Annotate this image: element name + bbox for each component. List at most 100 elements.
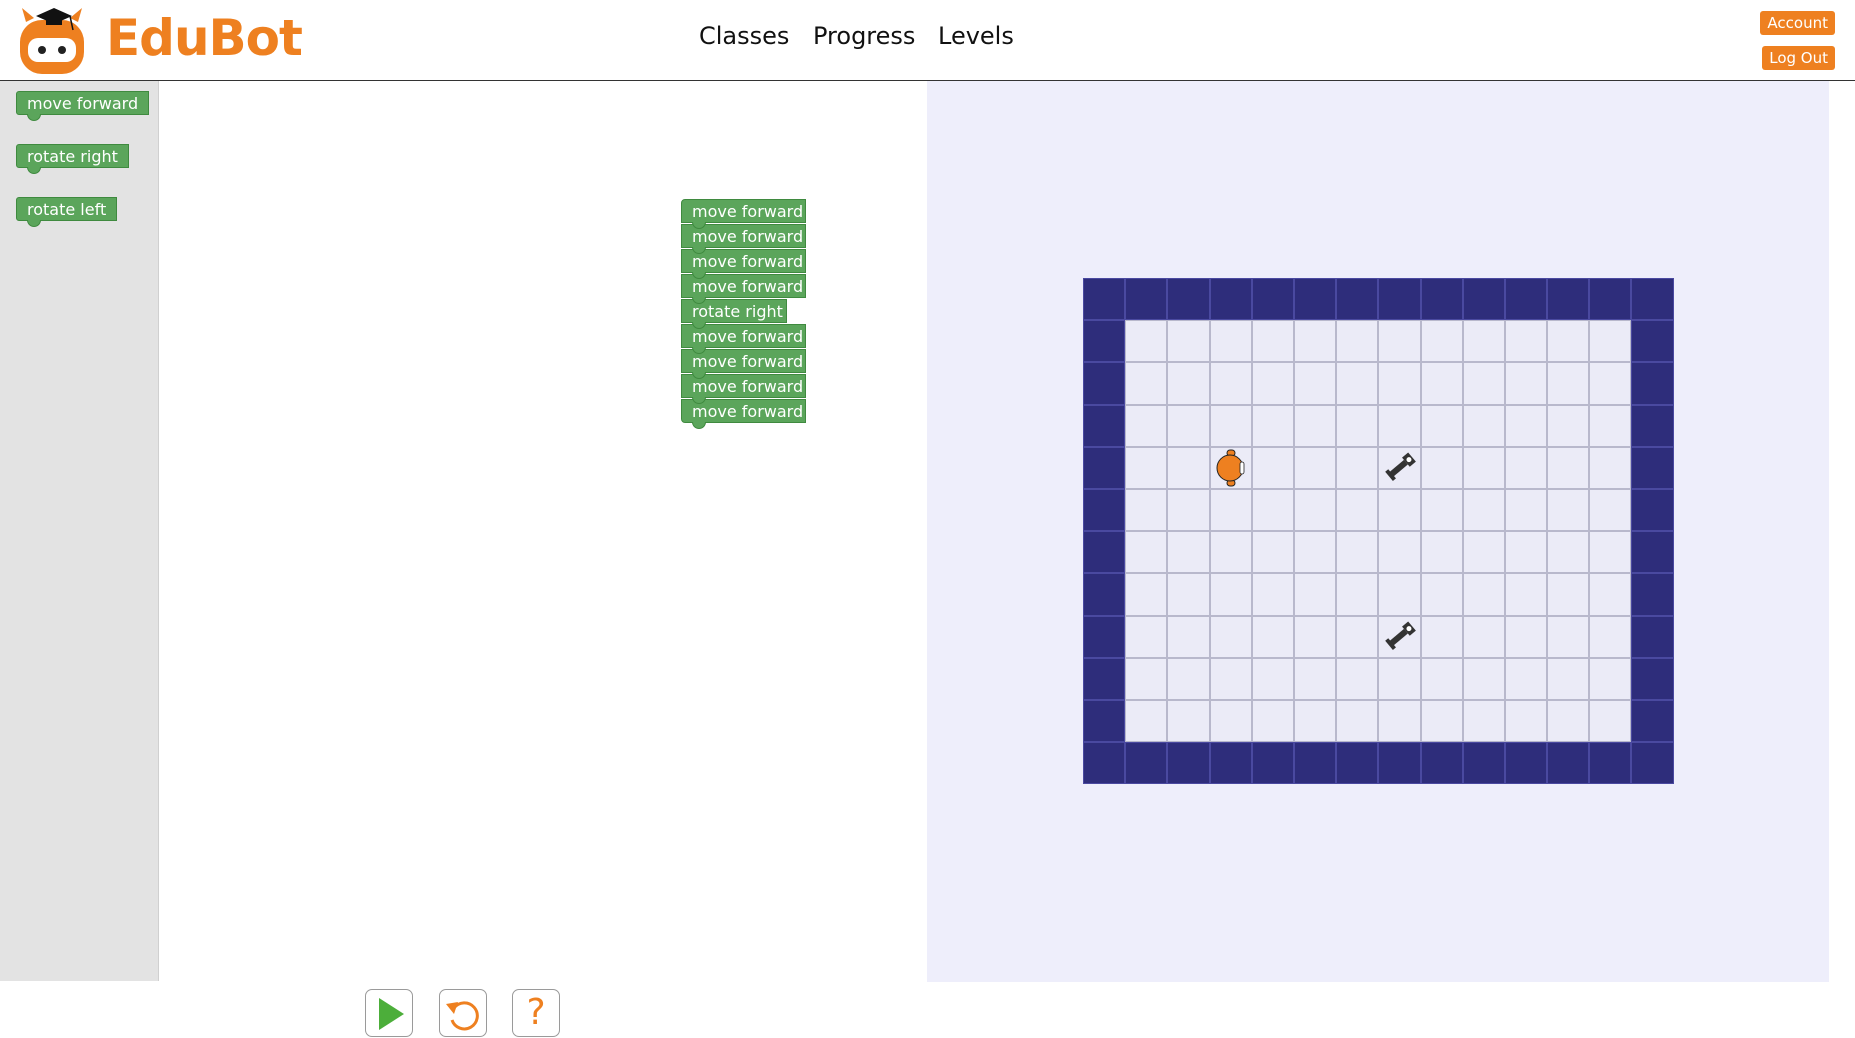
floor-tile [1504,404,1548,447]
floor-tile [1251,615,1294,658]
floor-tile [1336,362,1379,405]
nav-classes[interactable]: Classes [699,22,789,50]
floor-tile [1504,657,1548,700]
floor-tile [1125,320,1168,363]
floor-tile [1589,699,1632,743]
floor-tile [1504,531,1548,574]
floor-tile [1293,320,1337,363]
wall-tile [1083,404,1126,447]
floor-tile [1293,404,1337,447]
scrollbar-track[interactable] [1829,81,1855,982]
wall-tile [1083,657,1126,700]
floor-tile [1167,531,1210,574]
floor-tile [1167,657,1210,700]
floor-tile [1125,573,1168,616]
floor-tile [1589,362,1632,405]
toolbox-block-rotate-right[interactable]: rotate right [16,144,129,174]
floor-tile [1547,657,1590,700]
floor-tile [1293,446,1337,489]
floor-tile [1420,488,1463,532]
floor-tile [1293,531,1337,574]
floor-tile [1462,531,1505,574]
wall-tile [1547,278,1590,321]
wall-tile [1083,699,1126,743]
floor-tile [1504,362,1548,405]
floor-tile [1589,531,1632,574]
floor-tile [1462,488,1505,532]
floor-tile [1547,320,1590,363]
floor-tile [1589,446,1632,489]
floor-tile [1209,699,1252,743]
wall-tile [1083,615,1126,658]
floor-tile [1547,446,1590,489]
wall-tile [1167,278,1210,321]
floor-tile [1378,531,1421,574]
floor-tile [1420,615,1463,658]
floor-tile [1209,320,1252,363]
wall-tile [1631,488,1674,532]
code-workspace[interactable]: move forward move forward move forward m… [159,81,927,1037]
floor-tile [1420,573,1463,616]
wall-tile [1209,278,1252,321]
floor-tile [1462,615,1505,658]
floor-tile [1462,404,1505,447]
floor-tile [1589,573,1632,616]
floor-tile [1125,404,1168,447]
floor-tile [1547,362,1590,405]
floor-tile [1378,404,1421,447]
toolbox-block-move-forward[interactable]: move forward [16,91,150,121]
program-block[interactable]: move forward [681,199,806,229]
brand-name: EduBot [106,9,303,67]
account-button[interactable]: Account [1760,11,1835,35]
nav-levels[interactable]: Levels [938,22,1014,50]
wall-tile [1462,278,1505,321]
floor-tile [1504,699,1548,743]
floor-tile [1378,362,1421,405]
floor-tile [1504,615,1548,658]
floor-tile [1378,699,1421,743]
wall-tile [1462,742,1505,785]
floor-tile [1336,404,1379,447]
wall-tile [1504,742,1548,785]
floor-tile [1293,699,1337,743]
floor-tile [1336,615,1379,658]
wall-tile [1083,278,1126,321]
wall-tile [1631,742,1674,785]
floor-tile [1378,573,1421,616]
wall-tile [1631,278,1674,321]
robot-icon [1216,449,1244,487]
wall-tile [1504,278,1548,321]
floor-tile [1167,404,1210,447]
floor-tile [1167,488,1210,532]
floor-tile [1209,615,1252,658]
floor-tile [1293,362,1337,405]
floor-tile [1589,488,1632,532]
floor-tile [1547,488,1590,532]
floor-tile [1125,699,1168,743]
top-bar: EduBot Classes Progress Levels Account L… [0,0,1855,81]
toolbox-block-rotate-left[interactable]: rotate left [16,197,118,227]
help-label: ? [526,992,546,1033]
floor-tile [1336,531,1379,574]
wall-tile [1083,488,1126,532]
floor-tile [1167,320,1210,363]
floor-tile [1167,573,1210,616]
floor-tile [1336,573,1379,616]
floor-tile [1293,615,1337,658]
floor-tile [1336,699,1379,743]
help-button[interactable]: ? [512,989,560,1037]
reset-button[interactable] [439,989,487,1037]
logout-button[interactable]: Log Out [1762,46,1835,70]
wall-tile [1631,446,1674,489]
run-button[interactable] [365,989,413,1037]
floor-tile [1504,320,1548,363]
wall-tile [1631,531,1674,574]
floor-tile [1167,615,1210,658]
wall-tile [1083,320,1126,363]
floor-tile [1420,446,1463,489]
floor-tile [1420,531,1463,574]
wall-tile [1293,278,1337,321]
nav-progress[interactable]: Progress [813,22,915,50]
floor-tile [1251,446,1294,489]
floor-tile [1420,657,1463,700]
